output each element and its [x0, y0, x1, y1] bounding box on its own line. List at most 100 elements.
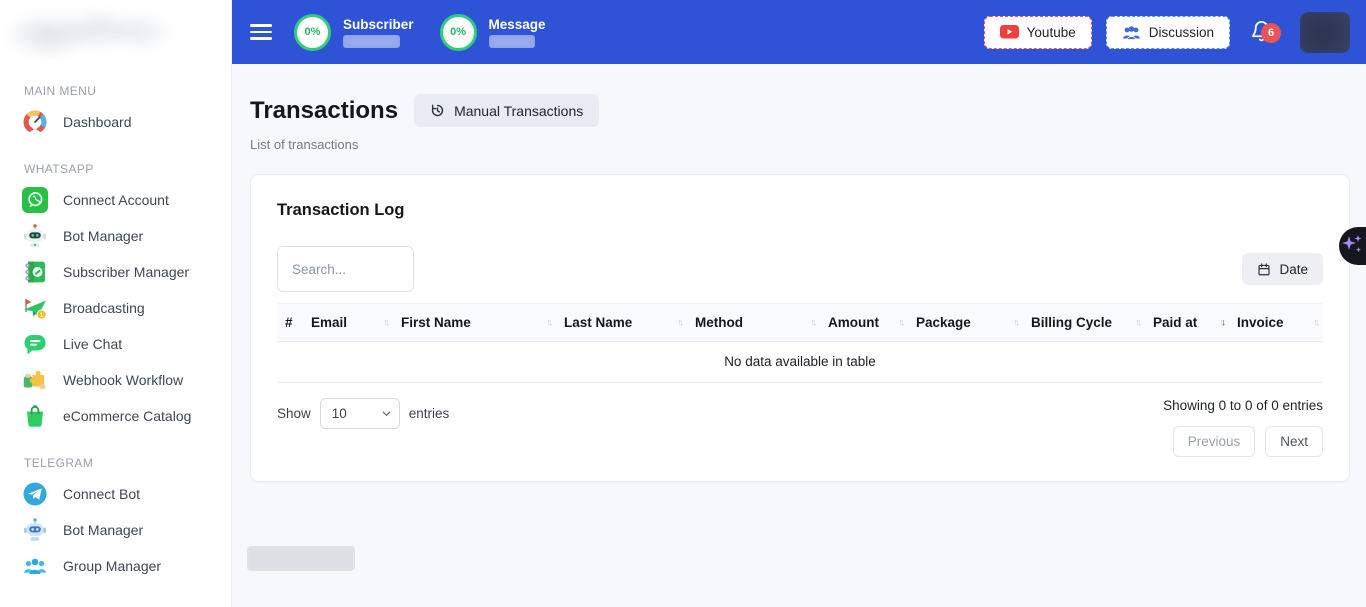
pagination-summary: Showing 0 to 0 of 0 entries: [1163, 398, 1323, 413]
notifications-button[interactable]: 6: [1250, 18, 1276, 46]
whatsapp-icon: [22, 187, 48, 213]
group-icon: [22, 553, 48, 579]
sidebar-item-label: Broadcasting: [63, 300, 145, 316]
section-label-main-menu: MAIN MENU: [0, 84, 231, 104]
column-header-method[interactable]: Method↑↓: [687, 304, 820, 342]
sidebar: MAIN MENU Dashboard WHATSAPP: [0, 0, 232, 607]
shopping-bag-icon: [22, 403, 48, 429]
sort-icon-active: ↑↓: [1220, 317, 1225, 328]
sidebar-item-label: Live Chat: [63, 336, 122, 352]
notification-count-badge: 6: [1261, 23, 1281, 43]
message-progress-ring: 0%: [440, 14, 477, 51]
contact-book-icon: [22, 259, 48, 285]
page-title: Transactions: [250, 97, 398, 125]
youtube-button[interactable]: Youtube: [984, 16, 1092, 49]
show-label: Show: [277, 406, 311, 421]
calendar-icon: [1257, 262, 1271, 277]
ai-assistant-fab[interactable]: [1339, 227, 1366, 265]
sidebar-item-live-chat[interactable]: Live Chat: [0, 326, 231, 362]
gauge-icon: [22, 109, 48, 135]
subscriber-stat: 0% Subscriber: [294, 14, 414, 51]
sidebar-item-label: Connect Bot: [63, 486, 140, 502]
sidebar-item-label: Bot Manager: [63, 228, 143, 244]
sidebar-item-label: Subscriber Manager: [63, 264, 189, 280]
card-title: Transaction Log: [277, 201, 1323, 220]
sidebar-item-bot-manager-wa[interactable]: Bot Manager: [0, 218, 231, 254]
sort-icon: ↑↓: [384, 317, 389, 328]
sidebar-item-connect-bot[interactable]: Connect Bot: [0, 476, 231, 512]
user-avatar[interactable]: [1300, 12, 1350, 53]
section-label-whatsapp: WHATSAPP: [0, 162, 231, 182]
discussion-button[interactable]: Discussion: [1106, 16, 1230, 49]
column-header-package[interactable]: Package↑↓: [908, 304, 1023, 342]
column-header-billing-cycle[interactable]: Billing Cycle↑↓: [1023, 304, 1145, 342]
sidebar-item-dashboard[interactable]: Dashboard: [0, 104, 231, 140]
paper-plane-badge-icon: 1: [22, 295, 48, 321]
page-subtitle: List of transactions: [232, 127, 1366, 152]
date-filter-button[interactable]: Date: [1242, 253, 1323, 285]
sidebar-item-connect-account[interactable]: Connect Account: [0, 182, 231, 218]
hamburger-menu-icon[interactable]: [250, 24, 272, 40]
sort-icon: ↑↓: [1014, 317, 1019, 328]
sort-icon: ↑↓: [547, 317, 552, 328]
telegram-icon: [22, 481, 48, 507]
discussion-button-label: Discussion: [1149, 25, 1214, 40]
subscriber-stat-value-redacted: [343, 35, 400, 48]
robot-blue-icon: [22, 517, 48, 543]
youtube-icon: [1000, 25, 1019, 39]
empty-state-row: No data available in table: [277, 342, 1323, 383]
transactions-table: # Email↑↓ First Name↑↓ Last Name↑↓ Metho…: [277, 303, 1323, 383]
history-icon: [430, 103, 445, 118]
column-header-index: #: [277, 304, 303, 342]
subscriber-progress-ring: 0%: [294, 14, 331, 51]
sidebar-item-group-manager[interactable]: Group Manager: [0, 548, 231, 584]
empty-state-text: No data available in table: [277, 342, 1323, 383]
sort-icon: ↑↓: [1136, 317, 1141, 328]
sidebar-item-label: Webhook Workflow: [63, 372, 183, 388]
column-header-invoice[interactable]: Invoice↑↓: [1229, 304, 1323, 342]
footer-text-redacted: [247, 546, 355, 571]
sidebar-item-label: Dashboard: [63, 114, 132, 130]
users-icon: [1122, 25, 1141, 40]
column-header-amount[interactable]: Amount↑↓: [820, 304, 908, 342]
subscriber-stat-label: Subscriber: [343, 17, 414, 32]
message-stat-value-redacted: [489, 35, 535, 48]
manual-transactions-button[interactable]: Manual Transactions: [414, 94, 599, 127]
main-content: Transactions Manual Transactions List of…: [232, 64, 1366, 607]
sidebar-item-ecommerce-catalog[interactable]: eCommerce Catalog: [0, 398, 231, 434]
next-page-button[interactable]: Next: [1265, 426, 1323, 457]
sidebar-item-label: eCommerce Catalog: [63, 408, 191, 424]
sidebar-item-label: Bot Manager: [63, 522, 143, 538]
app-logo[interactable]: [8, 4, 173, 60]
message-stat: 0% Message: [440, 14, 546, 51]
sidebar-item-broadcasting[interactable]: 1 Broadcasting: [0, 290, 231, 326]
sort-icon: ↑↓: [678, 317, 683, 328]
top-navbar: 0% Subscriber 0% Message Youtube: [232, 0, 1366, 64]
youtube-button-label: Youtube: [1027, 25, 1076, 40]
search-input[interactable]: [277, 246, 414, 292]
sidebar-item-label: Group Manager: [63, 558, 161, 574]
chat-bubble-icon: [22, 331, 48, 357]
sidebar-item-label: Connect Account: [63, 192, 169, 208]
robot-green-icon: [22, 223, 48, 249]
puzzle-icon: [22, 367, 48, 393]
message-stat-label: Message: [489, 17, 546, 32]
manual-transactions-label: Manual Transactions: [454, 103, 583, 119]
column-header-paid-at[interactable]: Paid at↑↓: [1145, 304, 1229, 342]
column-header-email[interactable]: Email↑↓: [303, 304, 393, 342]
section-label-telegram: TELEGRAM: [0, 456, 231, 476]
table-header-row: # Email↑↓ First Name↑↓ Last Name↑↓ Metho…: [277, 304, 1323, 342]
sort-icon: ↑↓: [1314, 317, 1319, 328]
sidebar-item-subscriber-manager[interactable]: Subscriber Manager: [0, 254, 231, 290]
sparkles-icon: [1339, 227, 1366, 265]
sort-icon: ↑↓: [899, 317, 904, 328]
transaction-log-card: Transaction Log Date: [250, 174, 1350, 482]
date-filter-label: Date: [1279, 262, 1308, 277]
sort-icon: ↑↓: [811, 317, 816, 328]
column-header-last-name[interactable]: Last Name↑↓: [556, 304, 687, 342]
page-size-select[interactable]: 10: [320, 398, 400, 429]
sidebar-item-webhook-workflow[interactable]: Webhook Workflow: [0, 362, 231, 398]
sidebar-item-bot-manager-tg[interactable]: Bot Manager: [0, 512, 231, 548]
previous-page-button[interactable]: Previous: [1173, 426, 1256, 457]
column-header-first-name[interactable]: First Name↑↓: [393, 304, 556, 342]
